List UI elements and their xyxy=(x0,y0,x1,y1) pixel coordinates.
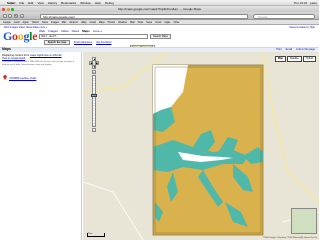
map-type-satellite[interactable]: Satellite xyxy=(286,56,302,62)
bookmark-item[interactable]: Local xyxy=(14,21,20,24)
maps-header-links: Print Email Link to this page xyxy=(276,48,315,51)
map-type-hybrid[interactable]: Hybrid xyxy=(302,56,316,62)
map-copyright: ©2009 Google - Map data ©2009 Whereis(R)… xyxy=(262,237,317,239)
search-maps-button[interactable]: Search Maps xyxy=(150,34,171,39)
map-drawing xyxy=(83,52,319,240)
tab-news[interactable]: News xyxy=(72,29,80,33)
google-bar-right-links[interactable]: Saved Locations | Help xyxy=(289,26,315,29)
marine-chart-overlay xyxy=(152,64,264,236)
email-link[interactable]: Email xyxy=(286,48,293,51)
bookmark-item[interactable]: Gmail xyxy=(155,21,161,24)
close-window-button[interactable] xyxy=(2,7,5,11)
menu-edit[interactable]: Edit xyxy=(28,1,33,5)
tab-images[interactable]: Images xyxy=(48,29,58,33)
bookmark-item[interactable]: Maps xyxy=(99,21,105,24)
forward-button[interactable]: › xyxy=(8,14,12,18)
results-sidebar: Displaying content from maps.nightcrow.c… xyxy=(0,52,82,240)
menu-debug[interactable]: Debug xyxy=(105,1,114,5)
bookmark-item[interactable]: Images xyxy=(51,21,59,24)
bookmark-item[interactable]: Weather xyxy=(118,21,127,24)
map-type-control: Map Satellite Hybrid xyxy=(274,56,316,62)
address-bar[interactable]: http://maps.google.com/ xyxy=(40,13,248,19)
zoom-slider[interactable] xyxy=(92,75,96,127)
search-sublinks: Find businesses Get directions xyxy=(74,41,112,44)
search-tabs: Web Images Video News Maps more » xyxy=(39,29,102,33)
clock: Thu 13:44 xyxy=(293,1,308,5)
bookmark-item[interactable]: Google xyxy=(3,21,11,24)
map-pin-icon[interactable] xyxy=(3,75,7,80)
menu-file[interactable]: File xyxy=(19,1,24,5)
road xyxy=(83,181,144,240)
window-controls xyxy=(2,7,14,11)
browser-toolbar: ‹ › ↻ + http://maps.google.com/ Google xyxy=(0,12,319,20)
search-the-map-button[interactable]: Search the map xyxy=(44,40,70,45)
scale-bar: 2 km xyxy=(87,233,105,237)
find-businesses-link[interactable]: Find businesses xyxy=(74,41,92,44)
bookmark-item[interactable]: Yahoo! xyxy=(32,21,39,24)
bookmark-item[interactable]: Mail xyxy=(130,21,134,24)
logo-letter: G xyxy=(3,29,13,43)
get-directions-link[interactable]: Get directions xyxy=(96,41,111,44)
tab-more[interactable]: more » xyxy=(93,29,102,33)
reload-button[interactable]: ↻ xyxy=(14,14,18,18)
bookmark-item[interactable]: News xyxy=(146,21,152,24)
print-link[interactable]: Print xyxy=(276,48,281,51)
page-title: Maps xyxy=(2,47,11,51)
maps-search-input[interactable]: http://.../kmz?... xyxy=(39,34,148,39)
result-link[interactable]: nz5308 marine chart xyxy=(9,76,36,80)
window-title: http://maps.google.com/maps?f=q&hl=en&q=… xyxy=(117,7,202,11)
zoom-window-button[interactable] xyxy=(11,7,14,11)
add-bookmark-button[interactable]: + xyxy=(20,14,24,18)
bookmarks-bar: Google Local Apple Yahoo! News Images Mac Amazo… xyxy=(0,20,319,25)
bookmark-item[interactable]: Amazon xyxy=(69,21,78,24)
zoom-out-button[interactable]: − xyxy=(92,128,96,132)
menu-safari[interactable]: Safari xyxy=(7,1,15,5)
kml-source-link[interactable]: maps.nightcrow.co.nz/kml/k xyxy=(30,54,62,57)
bookmark-item[interactable]: Other xyxy=(173,21,179,24)
zoom-slider-handle[interactable] xyxy=(91,94,97,97)
bookmark-item[interactable]: Apple xyxy=(22,21,28,24)
view-google-earth-link[interactable]: View on Google Earth xyxy=(2,57,25,60)
menu-window[interactable]: Window xyxy=(80,1,91,5)
overview-map[interactable] xyxy=(291,208,317,234)
kml-note: This map is rendered from a KML/KMZ file… xyxy=(2,61,74,66)
map-canvas[interactable]: ▲ ◀ ▶ ▼ + − Map Satellite Hybrid 2 km ©2… xyxy=(83,52,319,240)
tab-maps[interactable]: Maps xyxy=(82,29,90,33)
bookmark-item[interactable]: Mac xyxy=(62,21,67,24)
back-button[interactable]: ‹ xyxy=(3,14,7,18)
bookmark-item[interactable]: News xyxy=(42,21,48,24)
google-search-field[interactable]: Google xyxy=(253,13,315,19)
pan-down-button[interactable]: ▼ xyxy=(92,65,96,69)
tab-web[interactable]: Web xyxy=(39,29,45,33)
menubar-status: Thu 13:44 peter xyxy=(291,1,317,5)
menu-view[interactable]: View xyxy=(37,1,43,5)
menu-help[interactable]: Help xyxy=(95,1,101,5)
google-logo[interactable]: Google xyxy=(3,29,38,44)
user-name[interactable]: peter xyxy=(310,1,317,5)
bookmark-item[interactable]: Tools xyxy=(138,21,144,24)
menu-bookmarks[interactable]: Bookmarks xyxy=(61,1,76,5)
bookmark-item[interactable]: Photos xyxy=(108,21,115,24)
bookmark-item[interactable]: Gmail xyxy=(90,21,96,24)
bookmark-item[interactable]: Apple xyxy=(164,21,170,24)
logo-letter: e xyxy=(32,29,38,43)
zoom-in-button[interactable]: + xyxy=(92,70,96,74)
map-type-map[interactable]: Map xyxy=(274,56,286,62)
tab-video[interactable]: Video xyxy=(61,29,69,33)
minimize-window-button[interactable] xyxy=(6,7,10,11)
menu-history[interactable]: History xyxy=(48,1,57,5)
road xyxy=(262,52,319,203)
link-to-page-link[interactable]: Link to this page xyxy=(296,48,315,51)
bookmark-item[interactable]: eBay xyxy=(81,21,86,24)
